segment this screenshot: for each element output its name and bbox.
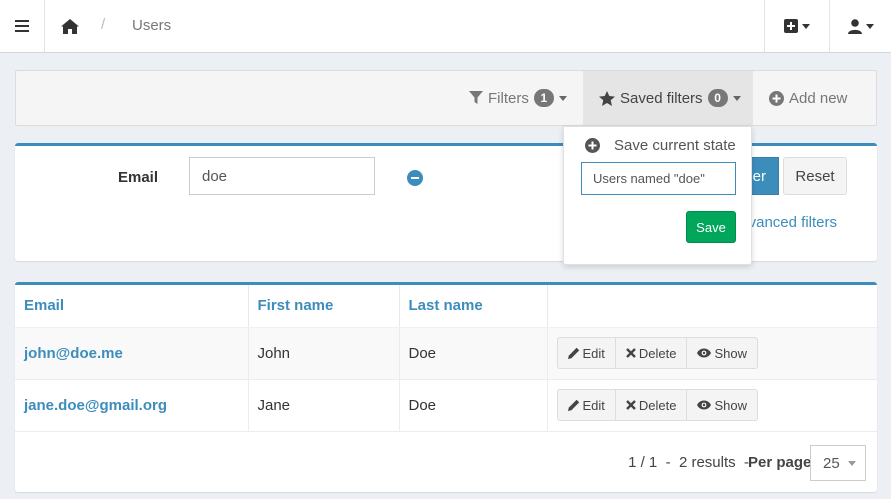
user-icon [847, 18, 862, 34]
add-new-button[interactable]: Add new [769, 71, 847, 125]
times-icon [626, 400, 636, 410]
edit-label: Edit [582, 345, 605, 361]
show-label: Show [714, 345, 748, 361]
home-link[interactable] [45, 0, 95, 52]
email-filter-input[interactable] [189, 157, 375, 195]
filters-count-badge: 1 [533, 89, 554, 107]
star-icon [599, 90, 615, 106]
show-button[interactable]: Show [687, 338, 757, 368]
row-actions: Edit Delete Show [556, 337, 759, 369]
column-header-email[interactable]: Email [15, 285, 249, 328]
delete-button[interactable]: Delete [616, 390, 688, 420]
filters-menu-button[interactable]: Filters 1 [469, 71, 567, 125]
breadcrumb-separator: / [101, 16, 106, 33]
plus-square-icon [784, 19, 798, 33]
column-header-last-name[interactable]: Last name [399, 285, 548, 328]
table-header-row: Email First name Last name [15, 285, 877, 328]
email-filter-label: Email [118, 169, 159, 186]
action-bar: Filters 1 Saved filters 0 Add new [15, 70, 877, 126]
cell-first-name: John [248, 327, 400, 380]
show-button[interactable]: Show [687, 390, 757, 420]
cell-email: jane.doe@gmail.org [15, 379, 249, 432]
times-icon [626, 348, 636, 358]
edit-button[interactable]: Edit [558, 390, 616, 420]
show-label: Show [714, 397, 748, 413]
save-filter-button[interactable]: Save [686, 211, 736, 243]
remove-filter-icon[interactable] [407, 170, 423, 186]
saved-filters-menu-button[interactable]: Saved filters 0 [583, 71, 753, 125]
user-email-link[interactable]: jane.doe@gmail.org [24, 397, 167, 414]
table-row: john@doe.me John Doe Edit Delete Show [15, 327, 877, 380]
row-actions: Edit Delete Show [556, 389, 759, 421]
plus-circle-icon [585, 138, 600, 153]
breadcrumb-current: Users [132, 17, 172, 34]
users-table: Email First name Last name john@doe.me J… [15, 285, 877, 432]
column-header-first-name[interactable]: First name [248, 285, 400, 328]
add-new-label: Add new [789, 89, 848, 107]
cell-actions: Edit Delete Show [547, 379, 877, 432]
delete-label: Delete [638, 397, 677, 413]
user-menu-button[interactable] [829, 0, 891, 52]
edit-label: Edit [582, 397, 605, 413]
cell-actions: Edit Delete Show [547, 327, 877, 380]
saved-filter-name-input[interactable] [581, 162, 736, 195]
column-header-actions [547, 285, 877, 328]
saved-filters-dropdown: Save current state Save [563, 126, 752, 265]
cell-email: john@doe.me [15, 327, 249, 380]
pagination-dash: - [665, 454, 671, 471]
delete-button[interactable]: Delete [616, 338, 688, 368]
per-page-label: Per page [748, 454, 812, 471]
saved-filters-label: Saved filters [620, 89, 703, 107]
reset-filter-button[interactable]: Reset [783, 157, 847, 195]
chevron-down-icon [732, 95, 741, 101]
cell-last-name: Doe [399, 379, 548, 432]
eye-icon [697, 400, 712, 410]
chevron-down-icon [802, 23, 810, 29]
cell-first-name: Jane [248, 379, 400, 432]
top-navbar: / Users [0, 0, 891, 53]
saved-filters-count-badge: 0 [707, 89, 728, 107]
plus-circle-icon [769, 90, 784, 106]
user-email-link[interactable]: john@doe.me [24, 345, 123, 362]
save-current-state-label: Save current state [614, 137, 736, 154]
page-indicator: 1 / 1 [628, 454, 658, 471]
delete-label: Delete [638, 345, 677, 361]
hamburger-icon [15, 20, 29, 32]
cell-last-name: Doe [399, 327, 548, 380]
table-row: jane.doe@gmail.org Jane Doe Edit Delete [15, 379, 877, 432]
eye-icon [697, 348, 712, 358]
per-page-value: 25 [823, 454, 840, 472]
save-current-state-item[interactable]: Save current state [585, 137, 736, 154]
pencil-icon [567, 399, 579, 411]
pencil-icon [567, 347, 579, 359]
sidebar-toggle-button[interactable] [0, 0, 45, 52]
filters-label: Filters [488, 89, 529, 107]
chevron-down-icon [847, 460, 856, 466]
users-list-panel: Email First name Last name john@doe.me J… [15, 282, 877, 492]
filter-icon [469, 91, 483, 104]
results-count: 2 results [678, 454, 736, 471]
quick-add-menu-button[interactable] [764, 0, 829, 52]
per-page-select[interactable]: 25 [810, 445, 866, 481]
chevron-down-icon [558, 95, 567, 101]
edit-button[interactable]: Edit [558, 338, 616, 368]
pagination-bar: 1 / 1 - 2 results - Per page 25 [15, 443, 877, 483]
chevron-down-icon [865, 23, 874, 29]
home-icon [61, 18, 79, 34]
pagination-summary: 1 / 1 - 2 results - [628, 454, 749, 471]
